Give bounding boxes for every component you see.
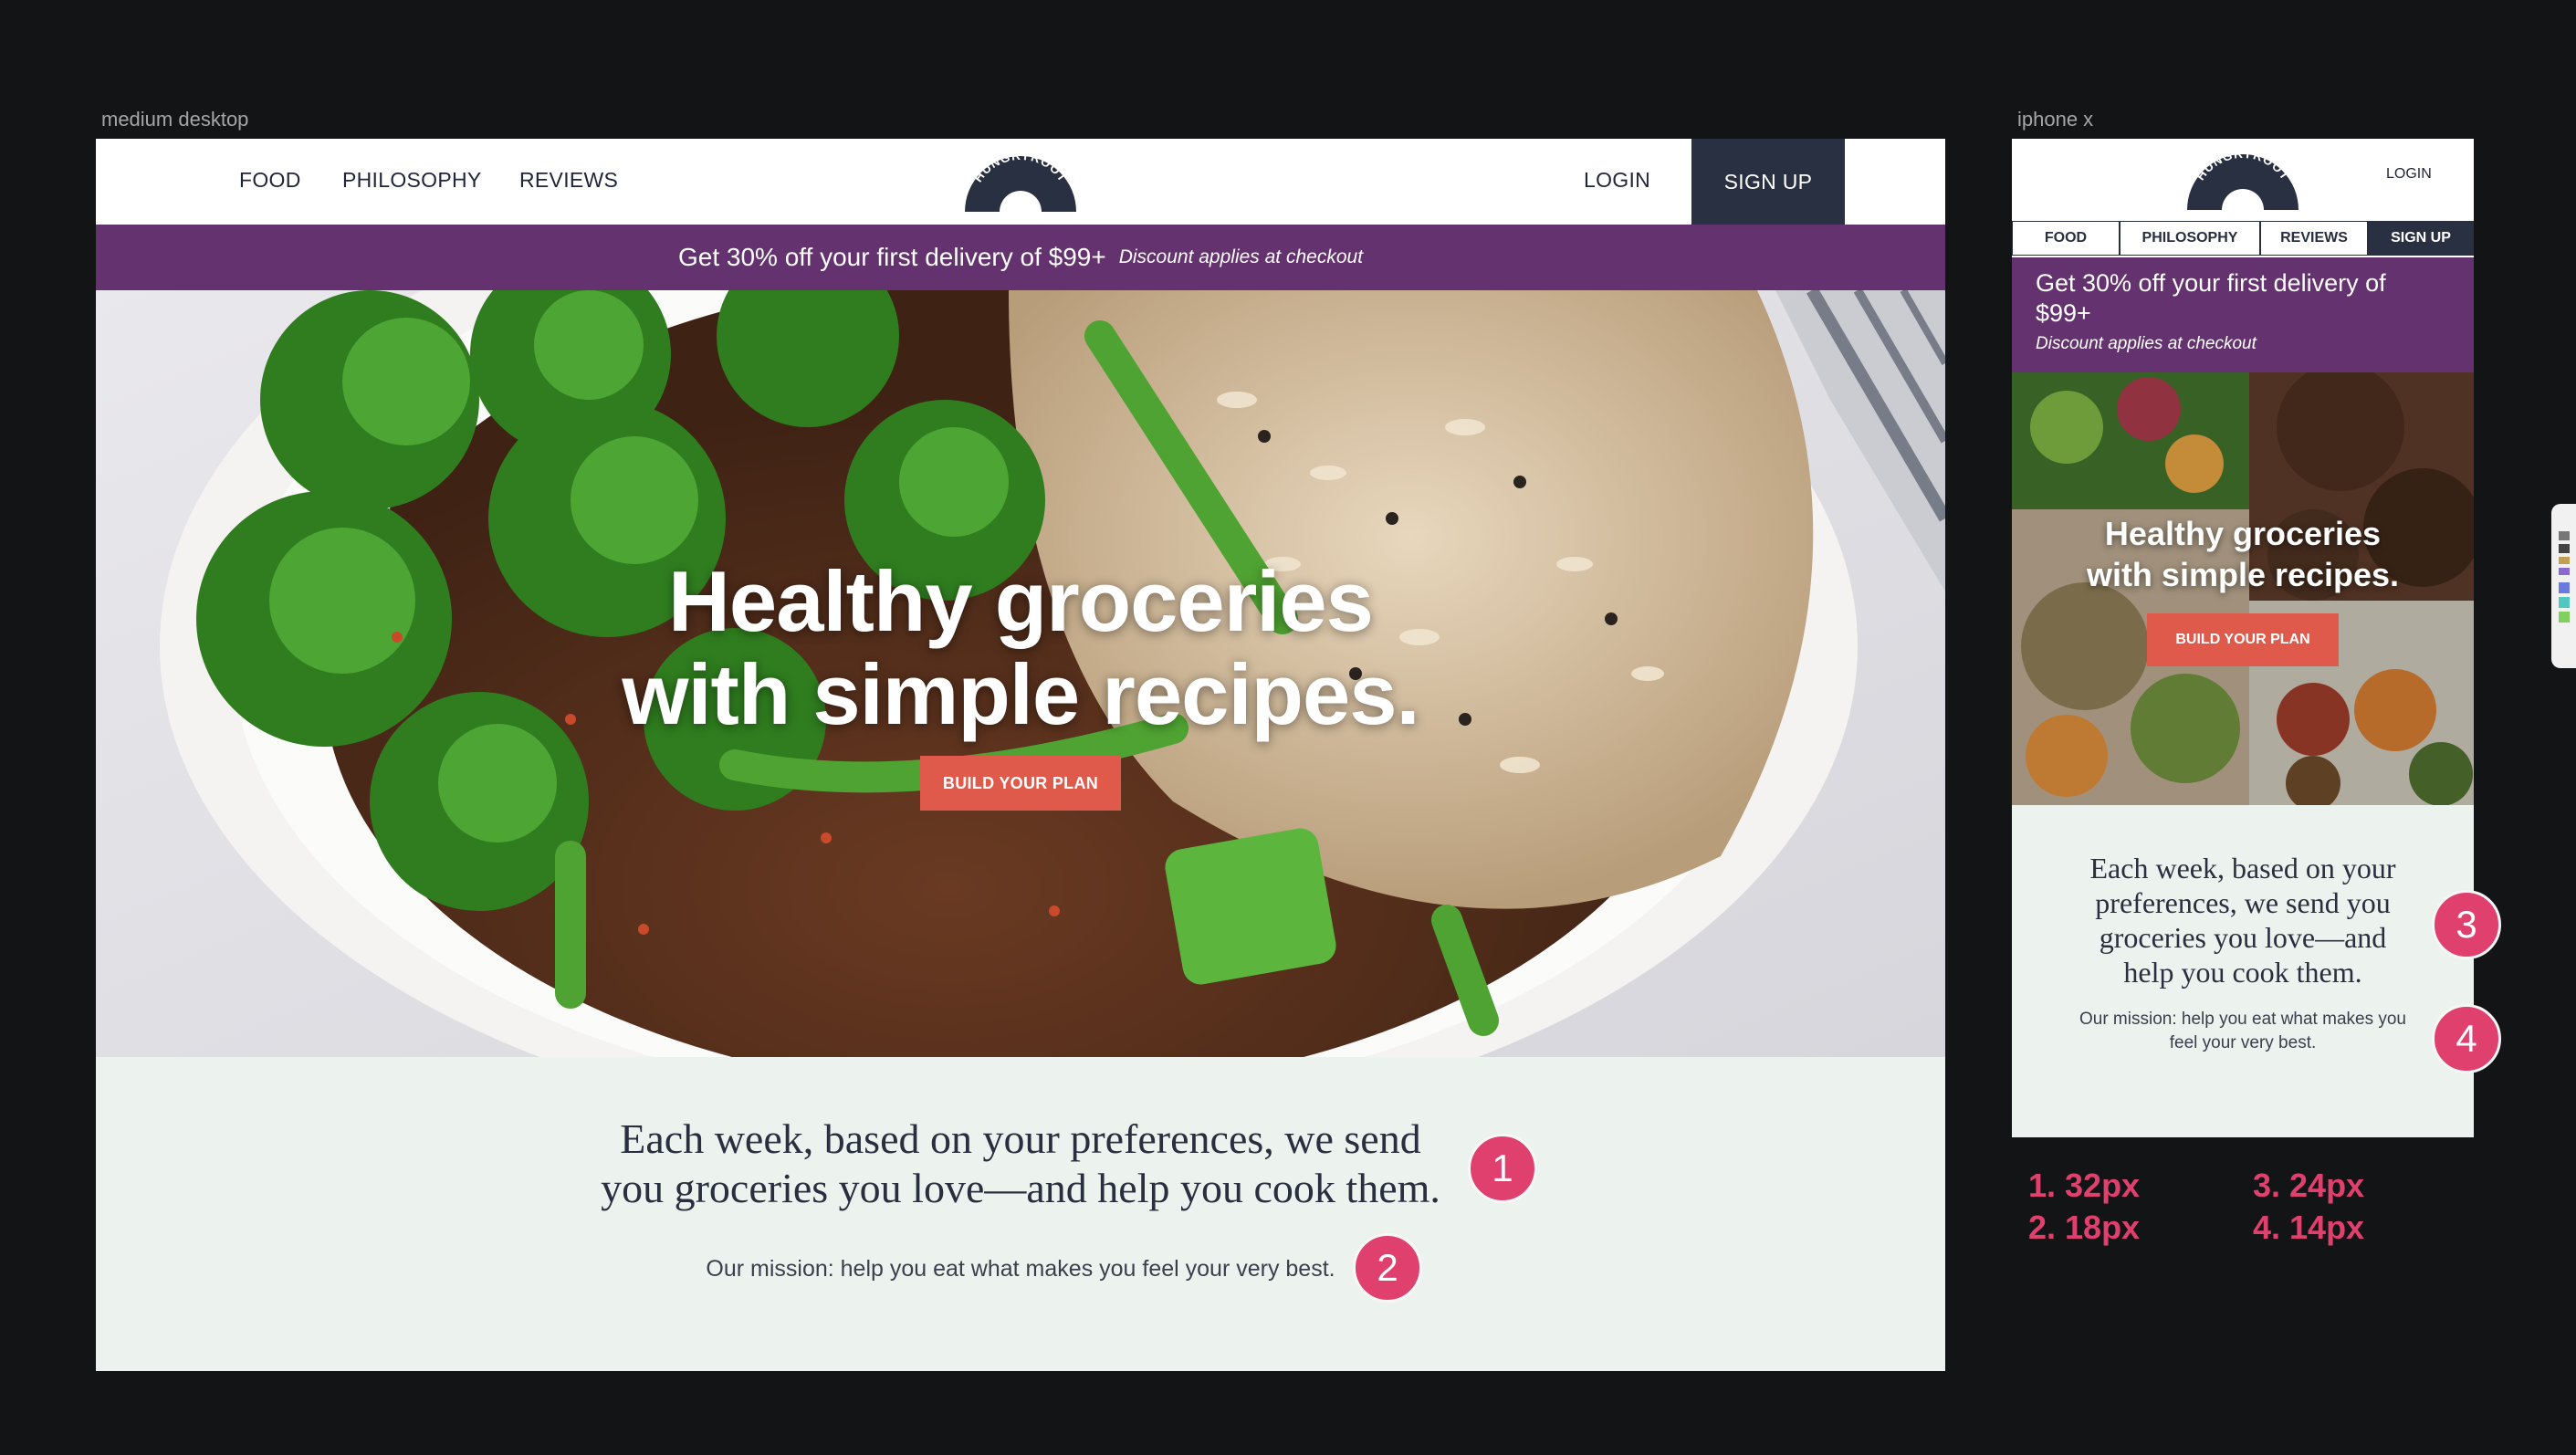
mobile-hero-line-1: Healthy groceries [2104, 515, 2382, 552]
hero-headline-line-1: Healthy groceries [668, 553, 1374, 649]
legend-item-2: 2. 18px [2028, 1209, 2141, 1246]
annotation-badge-1: 1 [1468, 1134, 1537, 1203]
nav-philosophy-link[interactable]: PHILOSOPHY [342, 168, 482, 193]
font-size-legend-right: 3. 24px 4. 14px [2253, 1165, 2364, 1249]
mobile-tab-signup[interactable]: SIGN UP [2368, 221, 2474, 256]
mobile-tab-reviews[interactable]: REVIEWS [2260, 221, 2368, 256]
mobile-value-prop-line-1: Each week, based on your [2089, 852, 2396, 885]
hero-headline: Healthy groceries with simple recipes. [96, 555, 1945, 741]
hero-section: Healthy groceries with simple recipes. B… [96, 290, 1945, 1057]
mobile-hero-headline: Healthy groceries with simple recipes. [2012, 513, 2474, 595]
desktop-frame: FOOD PHILOSOPHY REVIEWS HUNGRYROOT LOGIN… [96, 139, 1945, 1371]
annotation-badge-3: 3 [2432, 890, 2501, 959]
mobile-mission-statement: Our mission: help you eat what makes you… [2067, 1008, 2419, 1055]
value-prop-line-2: you groceries you love—and help you cook… [601, 1165, 1440, 1211]
hungryroot-logo[interactable]: HUNGRYROOT [963, 152, 1078, 215]
side-tool-widget[interactable] [2551, 504, 2576, 668]
legend-item-3: 3. 24px [2253, 1167, 2365, 1204]
mobile-value-prop-line-3: groceries you love—and [2099, 921, 2387, 954]
mobile-value-prop-line-2: preferences, we send you [2095, 886, 2391, 919]
hero-headline-line-2: with simple recipes. [622, 646, 1419, 742]
promo-sub-text: Discount applies at checkout [1118, 246, 1364, 267]
value-prop-heading: Each week, based on your preferences, we… [96, 1115, 1945, 1213]
mobile-promo-banner[interactable]: Get 30% off your first delivery of $99+ … [2012, 257, 2474, 372]
mobile-frame: HUNGRYROOT LOGIN FOOD PHILOSOPHY REVIEWS… [2012, 139, 2474, 1137]
mobile-header: HUNGRYROOT LOGIN [2012, 139, 2474, 221]
mobile-tab-philosophy[interactable]: PHILOSOPHY [2120, 221, 2260, 256]
promo-main-text: Get 30% off your first delivery of $99+ [677, 243, 1106, 271]
desktop-nav-bar: FOOD PHILOSOPHY REVIEWS HUNGRYROOT LOGIN… [96, 139, 1945, 225]
nav-food-link[interactable]: FOOD [239, 168, 301, 193]
mobile-tab-bar: FOOD PHILOSOPHY REVIEWS SIGN UP [2012, 221, 2474, 257]
color-swatch-icon [2559, 531, 2570, 623]
build-your-plan-button[interactable]: BUILD YOUR PLAN [920, 756, 1121, 811]
mobile-tab-food[interactable]: FOOD [2012, 221, 2120, 256]
legend-item-1: 1. 32px [2028, 1167, 2141, 1204]
mobile-promo-line-2: $99+ [2036, 299, 2091, 327]
mobile-mission-line-2: feel your very best. [2169, 1033, 2317, 1052]
mobile-promo-line-1: Get 30% off your first delivery of [2036, 269, 2386, 297]
mobile-value-prop-heading: Each week, based on your preferences, we… [2048, 851, 2437, 989]
mobile-value-prop-line-4: help you cook them. [2123, 956, 2362, 989]
nav-signup-button[interactable]: SIGN UP [1691, 139, 1845, 225]
legend-item-4: 4. 14px [2253, 1209, 2365, 1246]
font-size-legend-left: 1. 32px 2. 18px [2028, 1165, 2140, 1249]
annotation-badge-4: 4 [2432, 1004, 2501, 1073]
mobile-frame-label: iphone x [2017, 108, 2094, 131]
promo-banner[interactable]: Get 30% off your first delivery of $99+ … [96, 225, 1945, 290]
desktop-frame-label: medium desktop [101, 108, 249, 131]
nav-reviews-link[interactable]: REVIEWS [519, 168, 618, 193]
mission-statement: Our mission: help you eat what makes you… [706, 1256, 1335, 1282]
mobile-promo-sub-text: Discount applies at checkout [2036, 334, 2257, 353]
mobile-mission-line-1: Our mission: help you eat what makes you [2079, 1010, 2406, 1029]
annotation-badge-2: 2 [1353, 1233, 1422, 1303]
mobile-build-your-plan-button[interactable]: BUILD YOUR PLAN [2147, 613, 2339, 666]
hungryroot-logo-mobile[interactable]: HUNGRYROOT [2185, 150, 2300, 214]
mobile-hero-section: Healthy groceries with simple recipes. B… [2012, 372, 2474, 805]
mobile-login-link[interactable]: LOGIN [2386, 166, 2432, 183]
mobile-hero-line-2: with simple recipes. [2086, 556, 2400, 593]
value-prop-line-1: Each week, based on your preferences, we… [620, 1115, 1421, 1162]
nav-login-link[interactable]: LOGIN [1584, 168, 1650, 193]
